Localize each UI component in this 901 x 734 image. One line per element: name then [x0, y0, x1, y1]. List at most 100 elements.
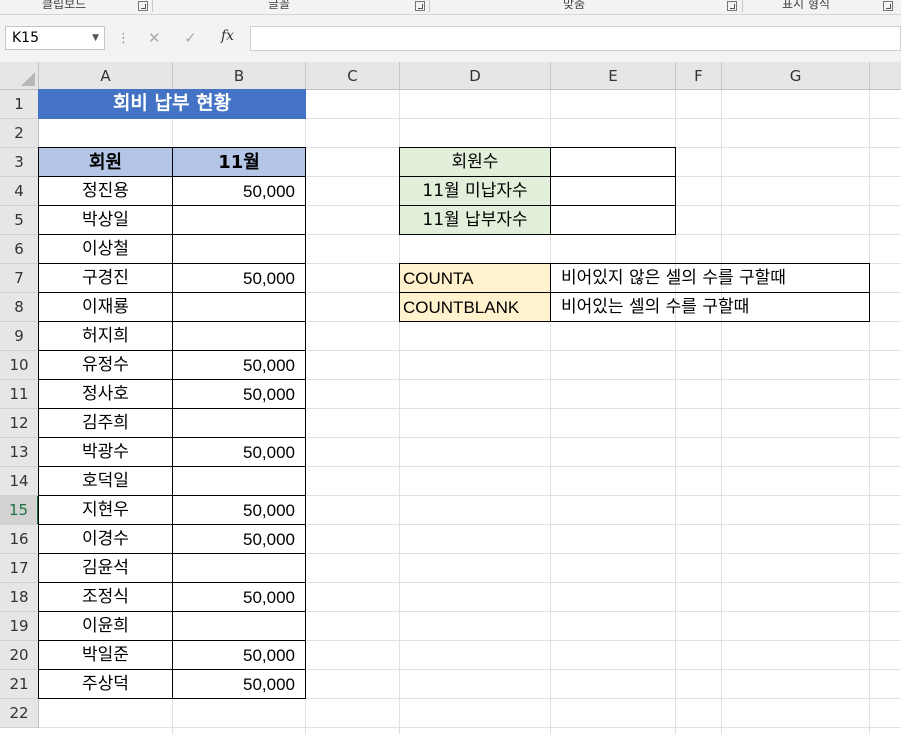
- gridline: [39, 727, 901, 728]
- header-month[interactable]: 11월: [172, 147, 306, 177]
- paid-amount-cell[interactable]: [172, 466, 306, 496]
- paid-amount-cell[interactable]: 50,000: [172, 669, 306, 699]
- column-header-c[interactable]: C: [306, 62, 400, 90]
- row-header-8[interactable]: 8: [0, 293, 39, 322]
- row-header-1[interactable]: 1: [0, 90, 39, 119]
- insert-function-icon[interactable]: fx: [221, 28, 234, 44]
- paid-amount-cell[interactable]: 50,000: [172, 640, 306, 670]
- paid-amount-cell[interactable]: 50,000: [172, 263, 306, 293]
- member-name-cell[interactable]: 호덕일: [38, 466, 173, 496]
- formula-input[interactable]: [250, 26, 901, 51]
- member-name-cell[interactable]: 주상덕: [38, 669, 173, 699]
- summary-value-cell[interactable]: [550, 147, 676, 177]
- paid-amount-cell[interactable]: 50,000: [172, 582, 306, 612]
- ribbon-group-clipboard: 클립보드: [42, 0, 87, 11]
- sheet-title[interactable]: 회비 납부 현황: [38, 89, 306, 119]
- column-header-f[interactable]: F: [676, 62, 722, 90]
- row-header-18[interactable]: 18: [0, 583, 39, 612]
- paid-amount-cell[interactable]: [172, 205, 306, 235]
- function-name-cell[interactable]: COUNTA: [399, 263, 551, 293]
- member-name-cell[interactable]: 구경진: [38, 263, 173, 293]
- ribbon-group-alignment: 맞춤: [563, 0, 586, 11]
- row-header-14[interactable]: 14: [0, 467, 39, 496]
- paid-amount-cell[interactable]: 50,000: [172, 379, 306, 409]
- row-header-9[interactable]: 9: [0, 322, 39, 351]
- name-box-value: K15: [12, 30, 39, 46]
- summary-label-cell[interactable]: 11월 미납자수: [399, 176, 551, 206]
- column-header-g[interactable]: G: [722, 62, 870, 90]
- paid-amount-cell[interactable]: [172, 292, 306, 322]
- row-header-19[interactable]: 19: [0, 612, 39, 641]
- cancel-icon[interactable]: ✕: [148, 29, 161, 47]
- member-name-cell[interactable]: 이상철: [38, 234, 173, 264]
- member-name-cell[interactable]: 박상일: [38, 205, 173, 235]
- member-name-cell[interactable]: 유정수: [38, 350, 173, 380]
- member-name-cell[interactable]: 정사호: [38, 379, 173, 409]
- paid-amount-cell[interactable]: [172, 611, 306, 641]
- row-header-20[interactable]: 20: [0, 641, 39, 670]
- member-name-cell[interactable]: 허지희: [38, 321, 173, 351]
- member-name-cell[interactable]: 이윤희: [38, 611, 173, 641]
- member-name-cell[interactable]: 지현우: [38, 495, 173, 525]
- paid-amount-cell[interactable]: [172, 234, 306, 264]
- row-header-12[interactable]: 12: [0, 409, 39, 438]
- member-name-cell[interactable]: 김주희: [38, 408, 173, 438]
- row-header-3[interactable]: 3: [0, 148, 39, 177]
- row-header-10[interactable]: 10: [0, 351, 39, 380]
- member-name-cell[interactable]: 이경수: [38, 524, 173, 554]
- enter-icon[interactable]: ✓: [184, 29, 197, 47]
- member-name-cell[interactable]: 박일준: [38, 640, 173, 670]
- header-member[interactable]: 회원: [38, 147, 173, 177]
- paid-amount-cell[interactable]: 50,000: [172, 176, 306, 206]
- function-desc-cell[interactable]: 비어있는 셀의 수를 구할때: [550, 292, 870, 322]
- gridline: [721, 90, 722, 734]
- more-options-icon[interactable]: ⋮: [117, 31, 130, 46]
- paid-amount-cell[interactable]: [172, 321, 306, 351]
- column-header-b[interactable]: B: [173, 62, 306, 90]
- summary-label-cell[interactable]: 11월 납부자수: [399, 205, 551, 235]
- paid-amount-cell[interactable]: [172, 408, 306, 438]
- member-name-cell[interactable]: 정진용: [38, 176, 173, 206]
- font-dialog-launcher-icon[interactable]: [415, 1, 425, 11]
- column-header-e[interactable]: E: [551, 62, 676, 90]
- ribbon-separator: [429, 0, 430, 12]
- paid-amount-cell[interactable]: [172, 553, 306, 583]
- alignment-dialog-launcher-icon[interactable]: [727, 1, 737, 11]
- function-desc-cell[interactable]: 비어있지 않은 셀의 수를 구할때: [550, 263, 870, 293]
- column-header-h[interactable]: [870, 62, 901, 90]
- member-name-cell[interactable]: 김윤석: [38, 553, 173, 583]
- row-header-4[interactable]: 4: [0, 177, 39, 206]
- member-name-cell[interactable]: 박광수: [38, 437, 173, 467]
- row-header-2[interactable]: 2: [0, 119, 39, 148]
- summary-value-cell[interactable]: [550, 205, 676, 235]
- paid-amount-cell[interactable]: 50,000: [172, 495, 306, 525]
- ribbon-group-font: 글꼴: [268, 0, 291, 11]
- worksheet-grid[interactable]: A B C D E F G 1 2 3 4 5 6 7 8 9 10 11 12 13 14 15 16 17 18 19 20 21…: [0, 62, 901, 734]
- name-box[interactable]: K15 ▼: [5, 26, 105, 50]
- summary-label-cell[interactable]: 회원수: [399, 147, 551, 177]
- row-header-11[interactable]: 11: [0, 380, 39, 409]
- column-header-d[interactable]: D: [400, 62, 551, 90]
- member-name-cell[interactable]: 이재룡: [38, 292, 173, 322]
- row-header-17[interactable]: 17: [0, 554, 39, 583]
- row-header-15[interactable]: 15: [0, 496, 39, 525]
- row-header-7[interactable]: 7: [0, 264, 39, 293]
- select-all-button[interactable]: [0, 62, 39, 90]
- paid-amount-cell[interactable]: 50,000: [172, 437, 306, 467]
- summary-value-cell[interactable]: [550, 176, 676, 206]
- row-header-22[interactable]: 22: [0, 699, 39, 728]
- row-header-21[interactable]: 21: [0, 670, 39, 699]
- clipboard-dialog-launcher-icon[interactable]: [138, 1, 148, 11]
- member-name-cell[interactable]: 조정식: [38, 582, 173, 612]
- row-header-6[interactable]: 6: [0, 235, 39, 264]
- row-header-13[interactable]: 13: [0, 438, 39, 467]
- function-name-cell[interactable]: COUNTBLANK: [399, 292, 551, 322]
- row-header-5[interactable]: 5: [0, 206, 39, 235]
- chevron-down-icon[interactable]: ▼: [92, 27, 99, 49]
- column-header-a[interactable]: A: [39, 62, 173, 90]
- ribbon-separator: [152, 0, 153, 12]
- number-format-dialog-launcher-icon[interactable]: [883, 1, 893, 11]
- paid-amount-cell[interactable]: 50,000: [172, 524, 306, 554]
- row-header-16[interactable]: 16: [0, 525, 39, 554]
- paid-amount-cell[interactable]: 50,000: [172, 350, 306, 380]
